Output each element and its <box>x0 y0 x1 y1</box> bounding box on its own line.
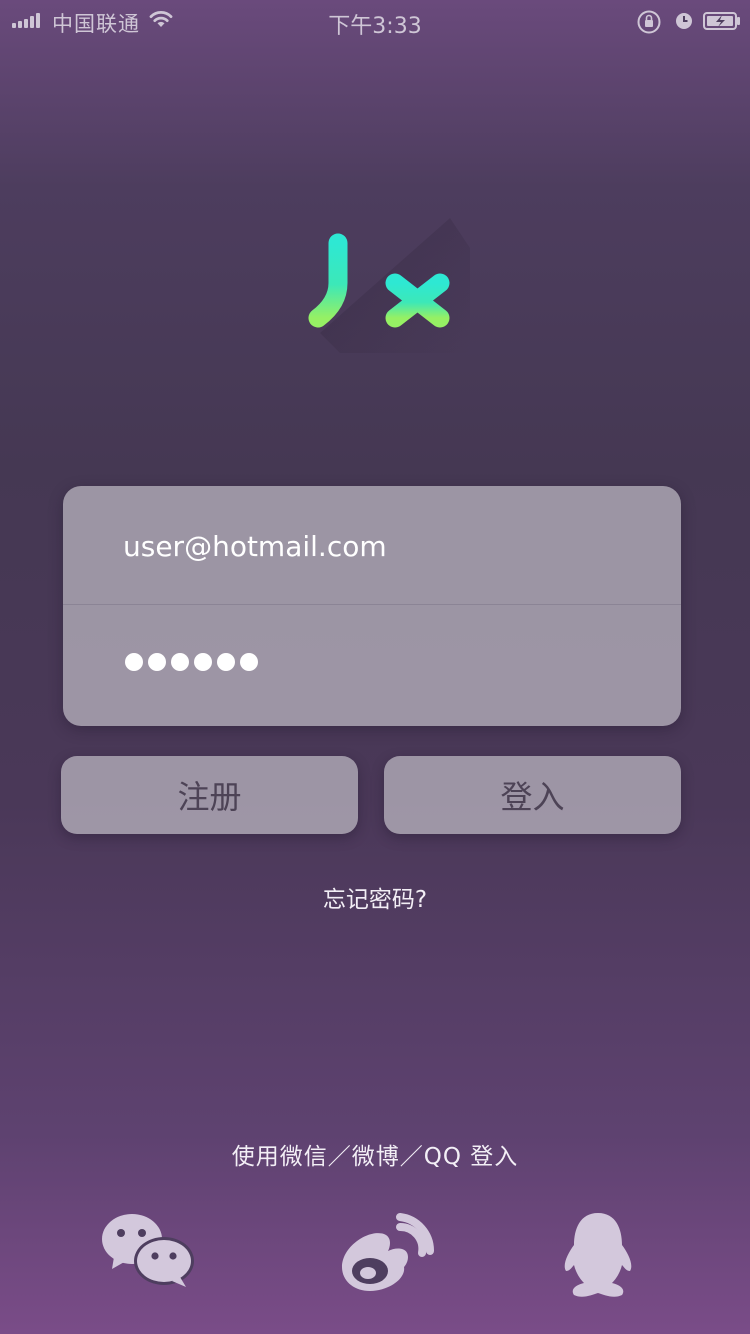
password-mask-dot <box>194 653 212 671</box>
login-screen: 中国联通 下午3:33 user@hotmail.com 注册 登入 忘记密码?… <box>0 0 750 1334</box>
rotation-lock-icon <box>637 10 661 34</box>
email-input[interactable] <box>123 526 643 566</box>
wechat-icon[interactable] <box>100 1205 200 1305</box>
password-input[interactable] <box>125 653 258 671</box>
password-mask-dot <box>217 653 235 671</box>
password-mask-dot <box>171 653 189 671</box>
weibo-icon[interactable] <box>334 1205 434 1305</box>
forgot-password-link[interactable]: 忘记密码? <box>0 880 750 914</box>
app-logo <box>308 163 470 353</box>
status-bar: 中国联通 下午3:33 <box>0 0 750 42</box>
login-form-card <box>63 486 681 726</box>
battery-charging-icon <box>703 12 740 30</box>
social-login-caption: 使用微信／微博／QQ 登入 <box>231 1144 519 1170</box>
qq-icon[interactable] <box>548 1205 648 1305</box>
alarm-clock-icon <box>676 13 692 29</box>
password-mask-dot <box>240 653 258 671</box>
password-field-row[interactable] <box>63 606 681 725</box>
password-mask-dot <box>148 653 166 671</box>
email-field-row <box>63 486 681 605</box>
register-button[interactable]: 注册 <box>61 756 358 834</box>
password-mask-dot <box>125 653 143 671</box>
login-button[interactable]: 登入 <box>384 756 681 834</box>
